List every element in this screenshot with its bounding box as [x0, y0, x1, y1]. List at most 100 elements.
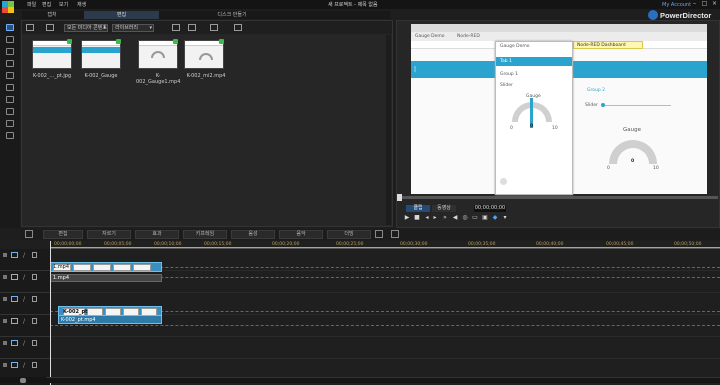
particle-room-icon[interactable]	[6, 60, 14, 67]
lock-icon[interactable]	[32, 274, 37, 280]
play-icon[interactable]: ▶	[404, 215, 410, 221]
preview-scrubber[interactable]	[397, 196, 718, 199]
phone-fab-icon	[500, 178, 507, 185]
menu-file[interactable]: 파일	[27, 1, 36, 8]
close-icon[interactable]: ×	[710, 0, 719, 8]
title-room-icon[interactable]	[6, 72, 14, 79]
edit-icon[interactable]: /	[23, 252, 25, 259]
track-header-audio-2[interactable]: /	[0, 315, 50, 337]
next-frame-icon[interactable]: ▸	[432, 215, 438, 221]
lock-icon[interactable]	[32, 318, 37, 324]
account-link[interactable]: My Account	[662, 2, 691, 8]
voiceover-room-icon[interactable]	[6, 108, 14, 115]
movie-mode-button[interactable]: 동영상	[432, 205, 456, 212]
tab-edit[interactable]: 편집	[84, 11, 159, 19]
media-room-icon[interactable]	[6, 24, 14, 31]
tab-produce[interactable]: 디스크 만들기	[192, 11, 272, 19]
menu-play[interactable]: 재생	[77, 1, 86, 8]
3d-icon[interactable]: ◆	[492, 215, 498, 221]
lock-icon[interactable]	[32, 362, 37, 368]
timeline-scrollbar[interactable]	[46, 377, 720, 383]
track-header-audio-1[interactable]: /	[0, 271, 50, 293]
preview-scrubber-knob[interactable]	[397, 194, 402, 201]
tools-icon[interactable]	[25, 230, 33, 238]
fast-forward-icon[interactable]: »	[442, 215, 448, 221]
fullscreen-icon[interactable]: ▣	[482, 215, 488, 221]
big-gauge-value: 0	[631, 159, 635, 164]
pip-room-icon[interactable]	[6, 48, 14, 55]
audio-track-2[interactable]: K-002_pt.mp4	[50, 315, 720, 337]
checkmark-icon	[67, 39, 72, 44]
timecode-display[interactable]: 00;00;00;00	[474, 205, 506, 212]
lock-icon[interactable]	[32, 296, 37, 302]
menu-glyph: |	[414, 66, 417, 73]
phone-gauge-min: 0	[510, 126, 513, 131]
audio-track-1[interactable]: 1.mp4	[50, 271, 720, 293]
edit-icon[interactable]: /	[23, 274, 25, 281]
chapter-room-icon[interactable]	[6, 120, 14, 127]
track-header-video-1[interactable]: /	[0, 249, 50, 271]
edit-icon[interactable]: /	[23, 318, 25, 325]
minimize-icon[interactable]: –	[690, 0, 699, 8]
edit-icon[interactable]: /	[23, 340, 25, 347]
sort-icon[interactable]	[188, 24, 196, 31]
view-icon[interactable]	[172, 24, 180, 31]
media-thumbnail-3[interactable]	[138, 39, 178, 69]
media-thumbnail-2[interactable]	[81, 39, 121, 69]
playback-controls: 클립 동영상 00;00;00;00 ▶ ■ ◂ ▸ » ◀ ◎ ▭ ▣ ◆ ▾	[396, 203, 720, 228]
zoom-slider-knob[interactable]	[20, 378, 26, 383]
library-dropdown[interactable]: 라이브러리 ▾	[112, 24, 154, 32]
import-icon[interactable]	[26, 24, 34, 31]
snapshot-icon[interactable]: ◎	[462, 215, 468, 221]
slider-track	[601, 105, 671, 106]
fx-track[interactable]	[50, 337, 720, 359]
room-toolbar	[0, 20, 20, 228]
transition-room-icon[interactable]	[6, 84, 14, 91]
chevron-down-icon: ▾	[149, 25, 152, 31]
tab-capture[interactable]: 캡처	[22, 11, 82, 19]
edit-icon[interactable]: /	[23, 362, 25, 369]
menu-edit[interactable]: 편집	[42, 1, 51, 8]
track-header-video-2[interactable]: /	[0, 293, 50, 315]
library-scrollbar[interactable]	[386, 35, 391, 225]
edit-icon[interactable]: /	[23, 296, 25, 303]
timeline-playhead[interactable]	[50, 241, 51, 385]
volume-icon[interactable]: ◀	[452, 215, 458, 221]
music-button[interactable]: 음악	[279, 230, 323, 239]
plugin-icon[interactable]	[46, 24, 54, 31]
media-thumbnail-4[interactable]	[184, 39, 224, 69]
prev-frame-icon[interactable]: ◂	[424, 215, 430, 221]
clip-mode-button[interactable]: 클립	[406, 205, 430, 212]
settings-icon[interactable]: ▾	[502, 215, 508, 221]
voice-button[interactable]: 음성	[231, 230, 275, 239]
keyframe-button[interactable]: 키프레임	[183, 230, 227, 239]
delete-icon[interactable]	[375, 230, 383, 238]
search-icon[interactable]	[234, 24, 242, 31]
video-track-2[interactable]: K-002_pt	[50, 293, 720, 320]
media-filter-dropdown[interactable]: 모든 미디어 콘텐츠 ▾	[64, 24, 108, 32]
undock-icon[interactable]: ▭	[472, 215, 478, 221]
audio-clip-2[interactable]: K-002_pt.mp4	[58, 315, 162, 324]
subtitle-room-icon[interactable]	[6, 132, 14, 139]
lock-icon[interactable]	[32, 252, 37, 258]
media-library: 모든 미디어 콘텐츠 ▾ 라이브러리 ▾ K-002_..._pt.jpg K-…	[21, 20, 393, 227]
phone-band: Tab 1	[496, 57, 572, 66]
storyboard-icon[interactable]	[391, 230, 399, 238]
maximize-icon[interactable]: □	[700, 0, 709, 8]
effect-room-icon[interactable]	[6, 36, 14, 43]
menu-view[interactable]: 보기	[59, 1, 68, 8]
stop-icon[interactable]: ■	[414, 215, 420, 221]
pin-icon[interactable]	[210, 24, 218, 31]
dub-button[interactable]: 더빙	[327, 230, 371, 239]
trim-button[interactable]: 자르기	[87, 230, 131, 239]
audio-clip-1[interactable]: 1.mp4	[50, 274, 162, 282]
lock-icon[interactable]	[32, 340, 37, 346]
video-track-1[interactable]: 1.mp4	[50, 249, 720, 272]
chevron-down-icon: ▾	[103, 25, 106, 31]
audio-mixing-room-icon[interactable]	[6, 96, 14, 103]
fx-button[interactable]: 효과	[135, 230, 179, 239]
track-header-fx[interactable]: /	[0, 337, 50, 359]
media-label-1: K-002_..._pt.jpg	[32, 73, 72, 79]
edit-button[interactable]: 편집	[43, 230, 83, 239]
media-thumbnail-1[interactable]	[32, 39, 72, 69]
